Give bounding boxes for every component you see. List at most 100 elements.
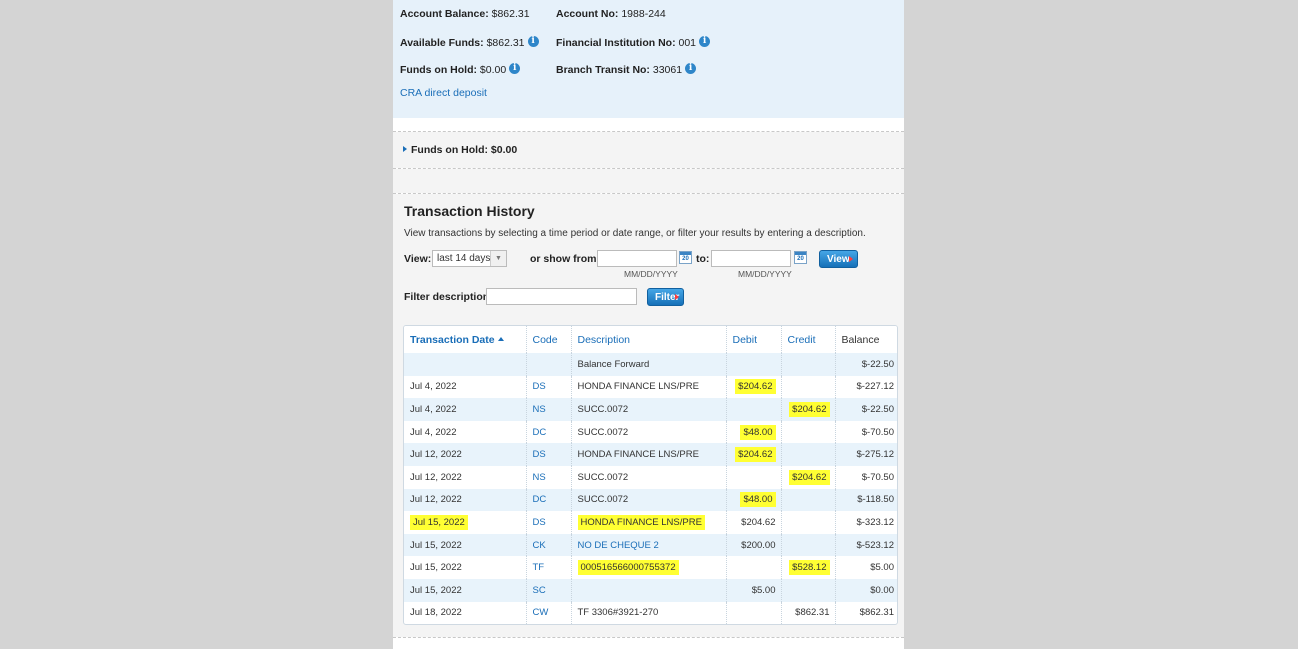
account-number: Account No: 1988-244 — [556, 8, 666, 20]
description-cell: TF 3306#3921-270 — [570, 601, 726, 625]
highlight-mark: $204.62 — [735, 447, 776, 463]
info-icon[interactable]: i — [699, 36, 711, 47]
credit-cell — [780, 443, 835, 466]
table-row: Jul 12, 2022 DC SUCC.0072 $48.00 $-118.5… — [404, 488, 897, 512]
highlight-mark: $528.12 — [789, 560, 830, 576]
table-row: Balance Forward $-22.50 — [404, 353, 897, 376]
column-header-balance: Balance — [834, 326, 897, 353]
info-icon[interactable]: i — [509, 63, 521, 74]
debit-cell: $204.62 — [725, 511, 781, 534]
cra-direct-deposit-link[interactable]: CRA direct deposit — [400, 87, 487, 99]
code-cell[interactable]: NS — [525, 465, 571, 489]
table-row: Jul 15, 2022 CK NO DE CHEQUE 2 $200.00 $… — [404, 533, 897, 557]
code-cell — [525, 353, 571, 376]
calendar-icon[interactable]: 20 — [679, 251, 692, 264]
filter-button[interactable]: Filter — [647, 288, 684, 306]
description-cell — [570, 578, 726, 602]
branch-transit: Branch Transit No: 33061 i — [556, 63, 697, 76]
date-cell: Jul 15, 2022 — [404, 578, 526, 602]
code-cell[interactable]: SC — [525, 578, 571, 602]
from-date-input[interactable] — [597, 250, 677, 267]
chevron-down-icon: ▼ — [490, 251, 506, 266]
arrow-right-icon — [849, 256, 853, 262]
debit-cell: $200.00 — [725, 533, 781, 557]
credit-cell — [780, 420, 835, 444]
account-summary: Account Balance: $862.31 Account No: 198… — [393, 0, 904, 118]
table-row: Jul 12, 2022 NS SUCC.0072 $204.62 $-70.5… — [404, 465, 897, 489]
table-row: Jul 15, 2022 TF 000516566000755372 $528.… — [404, 556, 897, 579]
available-funds: Available Funds: $862.31 i — [400, 36, 539, 49]
code-cell[interactable]: TF — [525, 556, 571, 579]
caret-right-icon — [403, 146, 407, 152]
date-cell: Jul 15, 2022 — [404, 511, 526, 534]
code-cell[interactable]: DS — [525, 511, 571, 534]
debit-cell — [725, 601, 781, 625]
debit-cell: $204.62 — [725, 375, 781, 399]
highlight-mark: $204.62 — [789, 469, 830, 485]
view-button[interactable]: View — [819, 250, 858, 268]
column-header-date[interactable]: Transaction Date — [404, 326, 526, 353]
code-cell[interactable]: DS — [525, 443, 571, 466]
funds-on-hold-toggle[interactable]: Funds on Hold: $0.00 — [403, 144, 517, 156]
info-icon[interactable]: i — [527, 36, 539, 47]
column-header-description[interactable]: Description — [570, 326, 726, 353]
table-row: Jul 18, 2022 CW TF 3306#3921-270 $862.31… — [404, 601, 897, 625]
debit-cell: $48.00 — [725, 420, 781, 444]
debit-cell — [725, 465, 781, 489]
description-cell: SUCC.0072 — [570, 488, 726, 512]
arrow-right-icon — [675, 294, 679, 300]
date-cell: Jul 15, 2022 — [410, 562, 462, 574]
column-header-credit[interactable]: Credit — [780, 326, 835, 353]
credit-cell: $528.12 — [780, 556, 835, 579]
calendar-icon[interactable]: 20 — [794, 251, 807, 264]
balance-cell: $-22.50 — [834, 398, 897, 421]
debit-cell — [725, 353, 781, 376]
show-from-label: or show from: — [530, 253, 600, 265]
balance-cell: $5.00 — [834, 556, 897, 579]
transactions-table: Transaction Date Code Description Debit … — [403, 325, 898, 626]
column-header-code[interactable]: Code — [525, 326, 571, 353]
credit-cell: $204.62 — [780, 465, 835, 489]
description-cell: HONDA FINANCE LNS/PRE — [570, 443, 726, 466]
section-description: View transactions by selecting a time pe… — [404, 228, 866, 239]
filter-description-input[interactable] — [486, 288, 637, 305]
code-cell[interactable]: CW — [525, 601, 571, 625]
account-balance: Account Balance: $862.31 — [400, 8, 530, 20]
code-cell[interactable]: DS — [525, 375, 571, 399]
highlight-mark: $48.00 — [740, 424, 776, 440]
section-title: Transaction History — [404, 203, 535, 219]
balance-cell: $-323.12 — [834, 511, 897, 534]
code-cell[interactable]: DC — [525, 420, 571, 444]
cheque-link[interactable]: NO DE CHEQUE 2 — [570, 533, 726, 557]
date-cell: Jul 4, 2022 — [410, 381, 457, 393]
balance-cell: $-275.12 — [834, 443, 897, 466]
table-row: Jul 4, 2022 NS SUCC.0072 $204.62 $-22.50 — [404, 398, 897, 421]
code-cell[interactable]: CK — [525, 533, 571, 557]
credit-cell — [780, 533, 835, 557]
balance-cell: $-118.50 — [834, 488, 897, 512]
code-cell[interactable]: NS — [525, 398, 571, 421]
column-header-debit[interactable]: Debit — [725, 326, 781, 353]
table-row: Jul 12, 2022 DS HONDA FINANCE LNS/PRE $2… — [404, 443, 897, 466]
date-cell: Jul 12, 2022 — [404, 488, 526, 512]
credit-cell — [780, 488, 835, 512]
to-date-hint: MM/DD/YYYY — [738, 269, 792, 279]
debit-cell: $5.00 — [725, 578, 781, 602]
to-date-input[interactable] — [711, 250, 791, 267]
balance-cell: $-227.12 — [834, 375, 897, 399]
description-cell: 000516566000755372 — [570, 556, 726, 579]
table-row: Jul 15, 2022 SC $5.00 $0.00 — [404, 578, 897, 602]
balance-cell: $-70.50 — [834, 465, 897, 489]
credit-cell — [780, 511, 835, 534]
info-icon[interactable]: i — [685, 63, 697, 74]
debit-cell — [725, 556, 781, 579]
table-row: Jul 15, 2022 DS HONDA FINANCE LNS/PRE $2… — [404, 511, 897, 534]
description-cell: SUCC.0072 — [570, 465, 726, 489]
description-cell: SUCC.0072 — [570, 398, 726, 421]
description-cell: HONDA FINANCE LNS/PRE — [570, 511, 726, 534]
divider — [393, 637, 904, 638]
credit-cell — [780, 375, 835, 399]
description-cell: Balance Forward — [570, 353, 726, 376]
period-select[interactable]: last 14 days ▼ — [432, 250, 507, 267]
code-cell[interactable]: DC — [525, 488, 571, 512]
